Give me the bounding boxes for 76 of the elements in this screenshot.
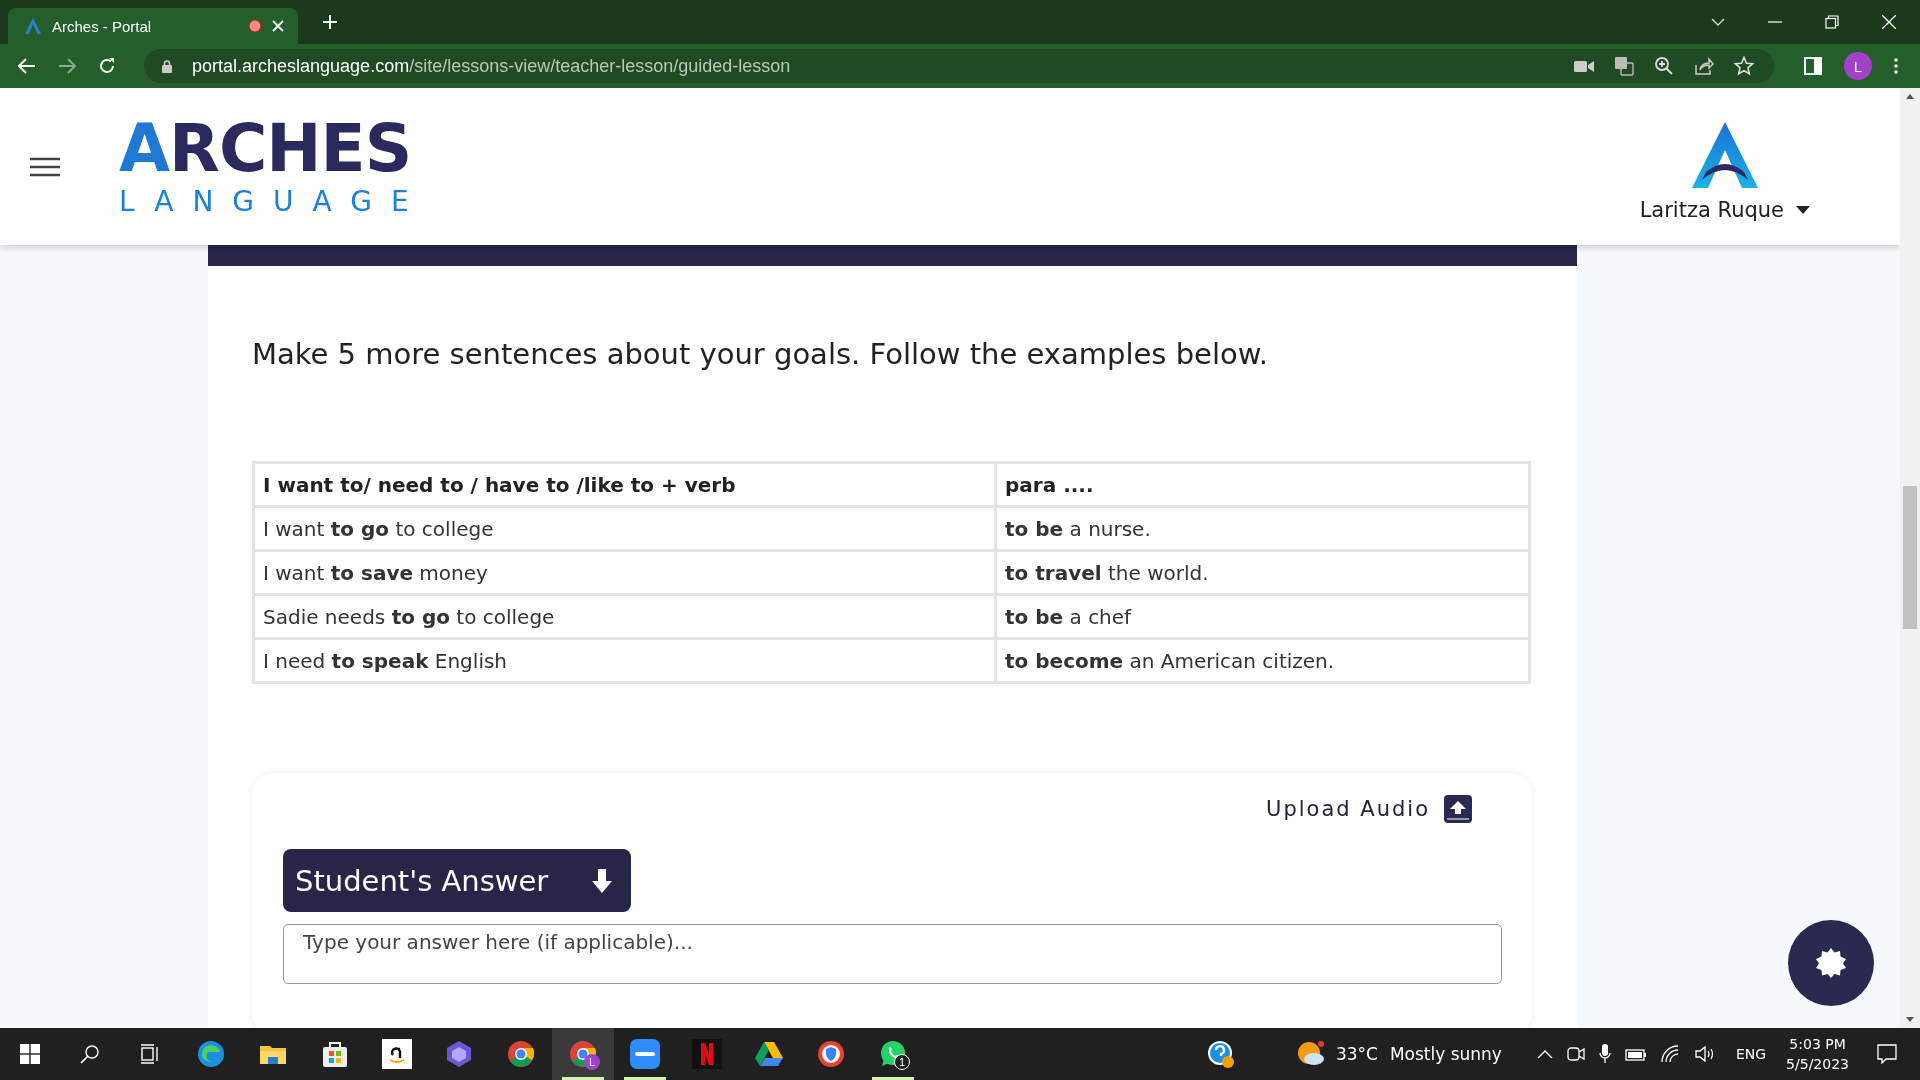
- clock[interactable]: 5:03 PM 5/5/2023: [1786, 1036, 1849, 1072]
- upload-icon: [1444, 795, 1472, 823]
- chevron-down-icon[interactable]: [1711, 18, 1725, 26]
- reload-icon[interactable]: [98, 57, 116, 75]
- back-icon[interactable]: [18, 58, 36, 74]
- url-path: /site/lessons-view/teacher-lesson/guided-lesson: [409, 55, 791, 76]
- logo-subtitle: LANGUAGE: [119, 185, 428, 218]
- table-cell: Sadie needs to go to college: [253, 594, 996, 639]
- scroll-thumb[interactable]: [1903, 486, 1917, 629]
- badge-icon: [1815, 947, 1847, 979]
- lock-icon: [162, 59, 172, 73]
- weather-text: Mostly sunny: [1389, 1044, 1502, 1064]
- app-badge: 1: [894, 1054, 910, 1070]
- task-view-icon[interactable]: [140, 1044, 160, 1064]
- side-panel-icon[interactable]: [1804, 57, 1822, 75]
- zoom-in-icon[interactable]: [1654, 56, 1674, 76]
- profile-avatar[interactable]: L: [1844, 52, 1872, 80]
- camera-icon[interactable]: [1574, 59, 1594, 73]
- chrome-icon[interactable]: [506, 1039, 536, 1069]
- scroll-down-icon[interactable]: [1906, 1017, 1914, 1022]
- new-tab-icon[interactable]: [322, 14, 338, 30]
- share-icon[interactable]: [1694, 56, 1714, 76]
- instruction-text: Make 5 more sentences about your goals. Follow the examples below.: [252, 336, 1269, 373]
- shield-icon[interactable]: [816, 1039, 846, 1069]
- weather-icon[interactable]: [1295, 1040, 1326, 1068]
- table-cell: I need to speak English: [253, 638, 996, 683]
- translate-icon[interactable]: [1614, 56, 1634, 76]
- windows-icon[interactable]: [20, 1044, 40, 1064]
- url-domain: portal.archeslanguage.com: [192, 55, 410, 76]
- netflix-icon[interactable]: [692, 1039, 722, 1069]
- help-icon[interactable]: [1205, 1039, 1236, 1069]
- column-header: I want to/ need to / have to /like to + verb: [253, 462, 996, 507]
- speaker-icon[interactable]: [1694, 1046, 1715, 1062]
- temperature-text: 33°C: [1335, 1044, 1378, 1064]
- column-header: para ....: [995, 462, 1530, 507]
- arch-logo-icon: [24, 17, 42, 35]
- zoom-icon[interactable]: [630, 1039, 660, 1069]
- forward-icon[interactable]: [58, 58, 76, 74]
- language-indicator[interactable]: ENG: [1735, 1046, 1767, 1062]
- recording-icon: [248, 19, 262, 33]
- microphone-icon[interactable]: [1598, 1044, 1611, 1064]
- scroll-up-icon[interactable]: [1906, 94, 1914, 99]
- edge-icon[interactable]: [196, 1039, 226, 1069]
- search-icon[interactable]: [80, 1044, 100, 1064]
- table-cell: to be a nurse.: [995, 506, 1530, 551]
- answer-field[interactable]: Type your answer here (if applicable)...: [283, 924, 1502, 984]
- table-cell: to be a chef: [995, 594, 1530, 639]
- table-cell: to become an American citizen.: [995, 638, 1530, 683]
- close-icon[interactable]: [272, 20, 284, 32]
- store-icon[interactable]: [320, 1039, 350, 1069]
- arrow-down-icon: [591, 868, 613, 893]
- battery-icon[interactable]: [1624, 1047, 1647, 1061]
- address-bar[interactable]: portal.archeslanguage.com/site/lessons-view/teacher-lesson/guided-lesson: [144, 49, 1774, 83]
- upload-audio-button[interactable]: Upload Audio: [1266, 795, 1472, 823]
- drive-icon[interactable]: [754, 1039, 784, 1069]
- chevron-up-icon[interactable]: [1536, 1049, 1553, 1059]
- table-cell: to travel the world.: [995, 550, 1530, 595]
- app-badge: L: [584, 1054, 600, 1070]
- amazon-icon[interactable]: [382, 1039, 412, 1069]
- star-icon[interactable]: [1734, 56, 1754, 76]
- notification-icon[interactable]: [1877, 1044, 1897, 1064]
- table-cell: I want to go to college: [253, 506, 996, 551]
- logo-wordmark: ARCHES: [119, 115, 413, 182]
- user-menu[interactable]: Laritza Ruque: [1639, 197, 1810, 222]
- menu-icon[interactable]: [30, 156, 60, 177]
- student-answer-button[interactable]: Student's Answer: [283, 849, 631, 912]
- scrollbar[interactable]: [1900, 88, 1920, 1028]
- caret-icon: [1796, 205, 1810, 214]
- close-icon[interactable]: [1882, 15, 1896, 29]
- wifi-icon[interactable]: [1660, 1045, 1681, 1063]
- hexagon-icon[interactable]: [444, 1039, 474, 1069]
- camera-icon[interactable]: [1566, 1046, 1585, 1062]
- more-icon[interactable]: [1894, 58, 1898, 74]
- table-cell: I want to save money: [253, 550, 996, 595]
- browser-tab[interactable]: Arches - Portal: [8, 8, 298, 44]
- restore-icon[interactable]: [1825, 15, 1839, 29]
